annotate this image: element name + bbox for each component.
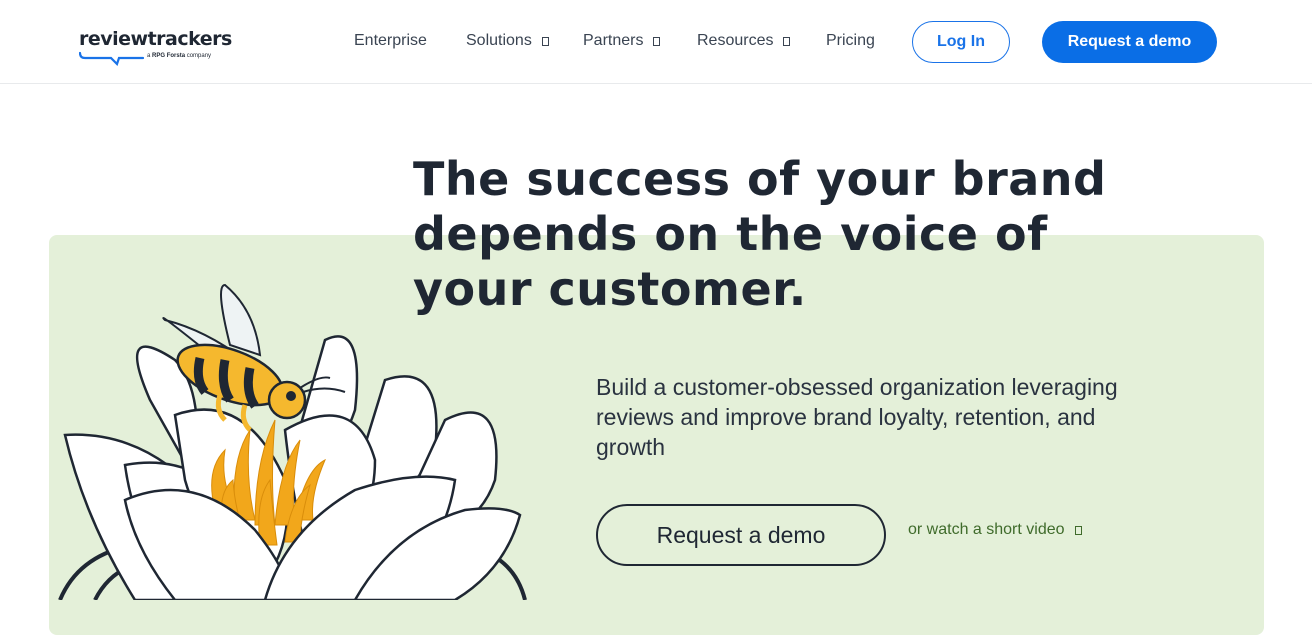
nav-item-label: Partners <box>583 32 644 49</box>
nav-item-label: Enterprise <box>354 32 427 49</box>
nav-item-label: Solutions <box>466 32 532 49</box>
nav-item-label: Pricing <box>826 32 875 49</box>
chevron-down-icon <box>541 36 549 46</box>
nav-item-pricing[interactable]: Pricing <box>826 32 875 50</box>
chevron-right-icon <box>1074 525 1082 535</box>
watch-video-link[interactable]: or watch a short video <box>908 521 1082 539</box>
logo-swoosh-icon <box>79 51 145 66</box>
chevron-down-icon <box>783 36 791 46</box>
nav-item-solutions[interactable]: Solutions <box>466 32 549 50</box>
brand-parent-line: a RPG Forsta company <box>147 53 212 59</box>
brand-logo[interactable]: reviewtrackers a RPG Forsta company <box>79 28 232 68</box>
hero-subtext: Build a customer-obsessed organization l… <box>596 374 1118 460</box>
nav-item-label: Resources <box>697 32 774 49</box>
nav-item-resources[interactable]: Resources <box>697 32 791 50</box>
site-header: reviewtrackers a RPG Forsta company Ente… <box>0 0 1312 84</box>
watch-video-label: or watch a short video <box>908 521 1065 538</box>
chevron-down-icon <box>653 36 661 46</box>
nav-item-enterprise[interactable]: Enterprise <box>354 32 427 50</box>
login-button[interactable]: Log In <box>912 21 1010 63</box>
request-demo-header-button[interactable]: Request a demo <box>1042 21 1217 63</box>
nav-item-partners[interactable]: Partners <box>583 32 661 50</box>
brand-name: reviewtrackers <box>79 28 232 50</box>
request-demo-hero-button[interactable]: Request a demo <box>596 504 886 566</box>
hero-headline: The success of your brand depends on the… <box>413 152 1107 316</box>
bee-on-lotus-illustration <box>58 283 527 600</box>
